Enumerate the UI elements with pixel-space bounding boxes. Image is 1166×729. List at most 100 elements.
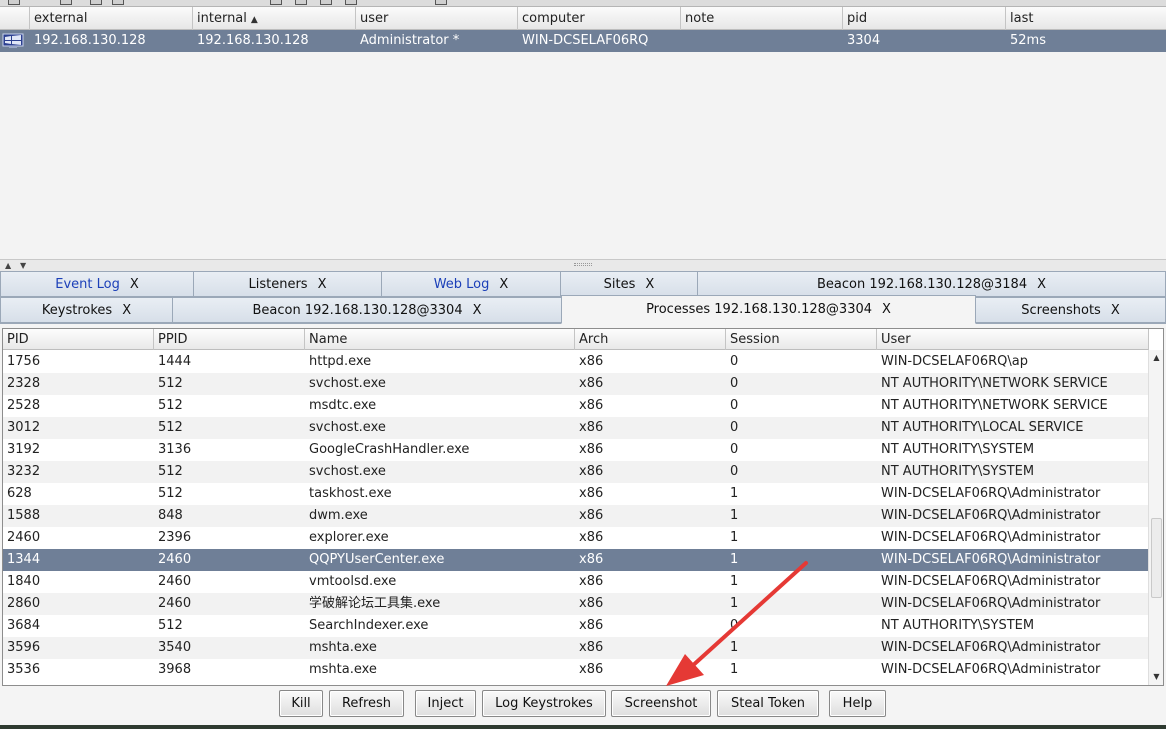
close-tab-icon[interactable]: X (499, 277, 508, 292)
table-row[interactable]: 3536 3968 mshta.exe x86 1 WIN-DCSELAF06RQ\Adm… (3, 659, 1149, 681)
cell-ppid: 3136 (158, 442, 192, 457)
scrollbar-thumb[interactable] (1151, 518, 1162, 598)
table-row[interactable]: 3596 3540 mshta.exe x86 1 WIN-DCSELAF06RQ\Adm… (3, 637, 1149, 659)
close-tab-icon[interactable]: X (1111, 303, 1120, 318)
tab-processes[interactable]: Processes 192.168.130.128@3304 X (561, 295, 976, 324)
cell-pid: 1840 (7, 574, 41, 589)
table-row[interactable]: 1840 2460 vmtoolsd.exe x86 1 WIN-DCSELAF06RQ\… (3, 571, 1149, 593)
refresh-button[interactable]: Refresh (329, 690, 404, 717)
close-tab-icon[interactable]: X (122, 303, 131, 318)
table-row[interactable]: 3012 512 svchost.exe x86 0 NT AUTHORITY\LOCAL… (3, 417, 1149, 439)
help-button[interactable]: Help (829, 690, 886, 717)
header-pid[interactable]: pid (843, 7, 1006, 30)
close-tab-icon[interactable]: X (130, 277, 139, 292)
beacon-row[interactable]: 192.168.130.128 192.168.130.128 Administ… (0, 30, 1166, 52)
header-external[interactable]: external (30, 7, 193, 30)
table-row[interactable]: 2460 2396 explorer.exe x86 1 WIN-DCSELAF06RQ\… (3, 527, 1149, 549)
process-scrollbar[interactable]: ▲ ▼ (1148, 350, 1163, 685)
table-row[interactable]: 3192 3136 GoogleCrashHandler.exe x86 0 NT AUT… (3, 439, 1149, 461)
cell-name: dwm.exe (309, 508, 368, 523)
cell-name: SearchIndexer.exe (309, 618, 429, 633)
tab-web-log[interactable]: Web Log X (381, 271, 561, 297)
table-row[interactable]: 3232 512 svchost.exe x86 0 NT AUTHORITY\SYSTE… (3, 461, 1149, 483)
steal-token-button[interactable]: Steal Token (717, 690, 819, 717)
beacon-pid: 3304 (847, 33, 881, 48)
cell-arch: x86 (579, 530, 604, 545)
cell-arch: x86 (579, 354, 604, 369)
header-pid[interactable]: PID (3, 329, 154, 350)
header-name[interactable]: Name (305, 329, 575, 350)
tab-screenshots[interactable]: Screenshots X (975, 297, 1166, 323)
cell-name: svchost.exe (309, 464, 386, 479)
header-user[interactable]: user (356, 7, 518, 30)
table-row[interactable]: 2528 512 msdtc.exe x86 0 NT AUTHORITY\NETWORK… (3, 395, 1149, 417)
header-last[interactable]: last (1006, 7, 1166, 30)
toolbar-connect-icon[interactable] (8, 0, 20, 5)
header-user[interactable]: User (877, 329, 1149, 350)
scroll-down-icon[interactable]: ▼ (1149, 671, 1163, 683)
tab-event-log[interactable]: Event Log X (0, 271, 194, 297)
header-icon-column[interactable] (0, 7, 30, 30)
kill-button[interactable]: Kill (279, 690, 323, 717)
toolbar-listeners-icon[interactable] (90, 0, 102, 5)
scroll-up-icon[interactable]: ▲ (1149, 352, 1163, 364)
table-row[interactable]: 2860 2460 学破解论坛工具集.exe x86 1 WIN-DCSELAF06RQ\… (3, 593, 1149, 615)
cell-name: mshta.exe (309, 662, 377, 677)
header-note[interactable]: note (681, 7, 843, 30)
cell-ppid: 3540 (158, 640, 192, 655)
toolbar-new-connection-icon[interactable] (60, 0, 72, 5)
log-keystrokes-button[interactable]: Log Keystrokes (482, 690, 606, 717)
screenshot-button[interactable]: Screenshot (611, 690, 711, 717)
cell-arch: x86 (579, 662, 604, 677)
table-row[interactable]: 1588 848 dwm.exe x86 1 WIN-DCSELAF06RQ\Admini… (3, 505, 1149, 527)
cell-session: 1 (730, 552, 739, 567)
toolbar-sessions-icon[interactable] (112, 0, 124, 5)
tab-beacon-3304[interactable]: Beacon 192.168.130.128@3304 X (172, 297, 562, 323)
header-arch[interactable]: Arch (575, 329, 726, 350)
divider-grip[interactable] (574, 263, 592, 266)
cell-arch: x86 (579, 464, 604, 479)
cell-name: svchost.exe (309, 420, 386, 435)
cell-session: 0 (730, 442, 739, 457)
table-row[interactable]: 3684 512 SearchIndexer.exe x86 0 NT AUTHORITY… (3, 615, 1149, 637)
tab-keystrokes[interactable]: Keystrokes X (0, 297, 173, 323)
close-tab-icon[interactable]: X (882, 302, 891, 317)
toolbar-creds-icon[interactable] (320, 0, 332, 5)
cell-user: WIN-DCSELAF06RQ\ap (881, 354, 1028, 369)
cell-user: WIN-DCSELAF06RQ\Administrator (881, 486, 1101, 501)
table-row[interactable]: 1344 2460 QQPYUserCenter.exe x86 1 WIN-DCSELA… (3, 549, 1149, 571)
cell-ppid: 512 (158, 486, 183, 501)
table-row[interactable]: 628 512 taskhost.exe x86 1 WIN-DCSELAF06RQ\Ad… (3, 483, 1149, 505)
toolbar-downloads-icon[interactable] (345, 0, 357, 5)
cell-pid: 1756 (7, 354, 41, 369)
tab-beacon-3184[interactable]: Beacon 192.168.130.128@3184 X (697, 271, 1166, 297)
close-tab-icon[interactable]: X (318, 277, 327, 292)
close-tab-icon[interactable]: X (1037, 277, 1046, 292)
cell-ppid: 3968 (158, 662, 192, 677)
cell-arch: x86 (579, 618, 604, 633)
toolbar-keys-icon[interactable] (270, 0, 282, 5)
tab-sites[interactable]: Sites X (560, 271, 698, 297)
header-internal[interactable]: internal ▲ (193, 7, 356, 30)
header-session[interactable]: Session (726, 329, 877, 350)
cell-ppid: 1444 (158, 354, 192, 369)
split-pane-divider[interactable]: ▲ ▼ (0, 260, 1166, 271)
table-row[interactable]: 1756 1444 httpd.exe x86 0 WIN-DCSELAF06RQ\ap (3, 351, 1149, 373)
collapse-down-icon[interactable]: ▼ (20, 260, 26, 271)
close-tab-icon[interactable]: X (645, 277, 654, 292)
inject-button[interactable]: Inject (415, 690, 476, 717)
toolbar-settings-icon[interactable] (435, 0, 447, 5)
tab-listeners[interactable]: Listeners X (193, 271, 382, 297)
cell-session: 0 (730, 618, 739, 633)
cell-session: 1 (730, 662, 739, 677)
beacon-user: Administrator * (360, 33, 460, 48)
toolbar-screens-icon[interactable] (295, 0, 307, 5)
header-ppid[interactable]: PPID (154, 329, 305, 350)
cell-arch: x86 (579, 442, 604, 457)
collapse-up-icon[interactable]: ▲ (5, 260, 11, 271)
cell-session: 1 (730, 508, 739, 523)
table-row[interactable]: 2328 512 svchost.exe x86 0 NT AUTHORITY\NETWO… (3, 373, 1149, 395)
cell-user: WIN-DCSELAF06RQ\Administrator (881, 530, 1101, 545)
close-tab-icon[interactable]: X (473, 303, 482, 318)
header-computer[interactable]: computer (518, 7, 681, 30)
